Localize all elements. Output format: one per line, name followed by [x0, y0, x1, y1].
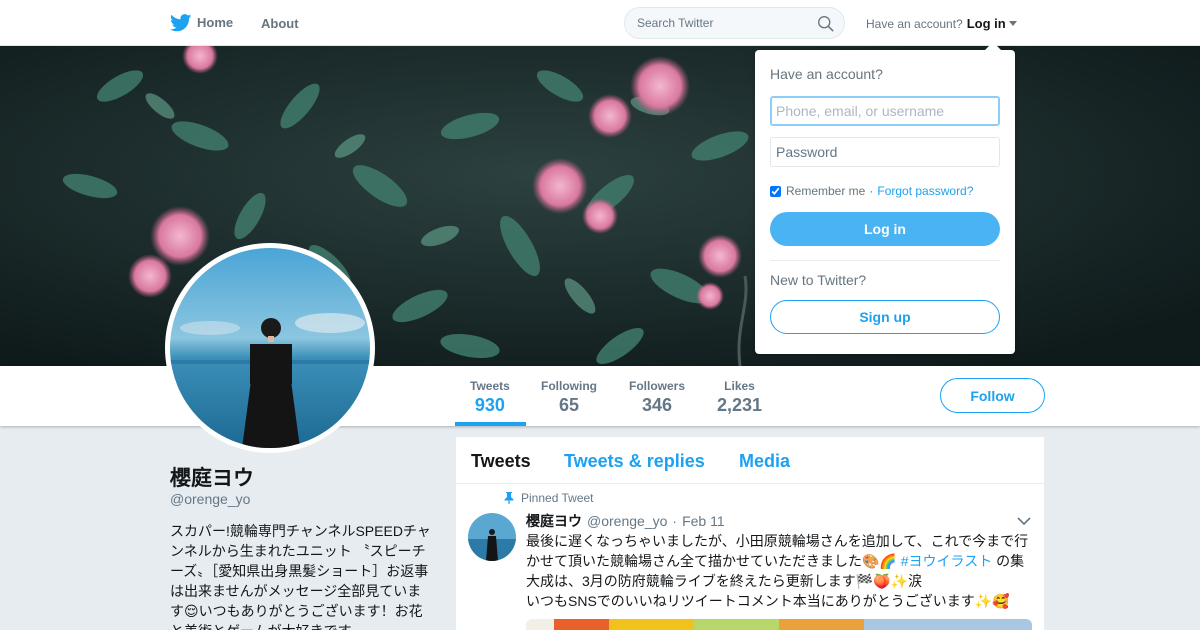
top-navigation-bar: Home About Have an account? Log in: [0, 0, 1200, 46]
have-account-area: Have an account? Log in: [866, 16, 1017, 31]
tweet-author-avatar[interactable]: [468, 513, 516, 561]
stat-likes-value: 2,231: [717, 395, 763, 415]
nav-home-link[interactable]: Home: [170, 14, 234, 32]
tweet-date[interactable]: Feb 11: [682, 513, 725, 529]
tweet-text-line2: いつもSNSでのいいねリツイートコメント本当にありがとうございます✨🥰: [526, 593, 1010, 609]
pinned-tweet-indicator: Pinned Tweet: [504, 491, 594, 505]
stat-tweets[interactable]: Tweets 930: [470, 379, 510, 416]
stat-following-label: Following: [541, 379, 597, 393]
stat-followers-label: Followers: [629, 379, 686, 393]
search-input[interactable]: [625, 8, 805, 38]
forgot-password-link[interactable]: Forgot password?: [877, 184, 973, 198]
stat-following[interactable]: Following 65: [541, 379, 597, 416]
stat-followers[interactable]: Followers 346: [629, 379, 685, 416]
stat-tweets-label: Tweets: [470, 379, 510, 393]
username-input[interactable]: [770, 96, 1000, 126]
profile-bio: スカパー!競輪専門チャンネルSPEEDチャンネルから生まれたユニット 〝スピーチ…: [170, 523, 431, 630]
profile-name: 櫻庭ヨウ: [170, 467, 254, 490]
caret-down-icon: [1008, 21, 1017, 26]
tweet-header: 櫻庭ヨウ @orenge_yo · Feb 11: [526, 511, 725, 531]
timeline: Tweets Tweets & replies Media Pinned Twe…: [456, 437, 1044, 630]
remember-me-row: Remember me · Forgot password?: [770, 184, 973, 198]
password-input[interactable]: [770, 137, 1000, 167]
follow-button[interactable]: Follow: [940, 378, 1045, 413]
pinned-tweet-label: Pinned Tweet: [521, 491, 594, 505]
login-dropdown: Have an account? Remember me · Forgot pa…: [755, 42, 1015, 354]
tweet-author-name[interactable]: 櫻庭ヨウ: [526, 511, 582, 531]
nav-about-link[interactable]: About: [261, 16, 299, 31]
tweet-hashtag[interactable]: #ヨウイラスト: [901, 553, 993, 569]
stat-following-value: 65: [558, 395, 580, 415]
tab-tweets-and-replies[interactable]: Tweets & replies: [564, 451, 705, 472]
new-to-twitter-text: New to Twitter?: [770, 272, 867, 288]
dropdown-arrow: [985, 42, 1001, 50]
active-stat-underline: [455, 422, 526, 426]
search-box: [624, 7, 845, 39]
profile-handle[interactable]: @orenge_yo: [170, 491, 250, 507]
have-account-text: Have an account?: [866, 16, 963, 31]
signup-button[interactable]: Sign up: [770, 300, 1000, 334]
profile-avatar[interactable]: [165, 243, 375, 453]
remember-me-label[interactable]: Remember me: [786, 184, 865, 198]
dropdown-divider: [770, 260, 1000, 261]
tweet-media-preview[interactable]: [526, 619, 1032, 630]
tweet-author-handle[interactable]: @orenge_yo: [587, 513, 667, 529]
login-button[interactable]: Log in: [770, 212, 1000, 246]
twitter-bird-icon: [170, 14, 192, 32]
search-icon[interactable]: [817, 15, 834, 32]
chevron-down-icon[interactable]: [1017, 516, 1031, 526]
pin-icon: [504, 492, 514, 504]
avatar-photo: [170, 248, 370, 448]
stat-likes-label: Likes: [724, 379, 755, 393]
tab-tweets[interactable]: Tweets: [471, 451, 531, 472]
stat-followers-value: 346: [641, 395, 673, 415]
timeline-tabs: Tweets Tweets & replies Media: [456, 437, 1044, 484]
nav-home-label: Home: [197, 15, 234, 30]
stat-likes[interactable]: Likes 2,231: [717, 379, 762, 416]
login-link-label: Log in: [966, 16, 1006, 31]
login-dropdown-toggle[interactable]: Log in: [967, 16, 1017, 31]
remember-separator: ·: [869, 184, 874, 198]
tweet-separator: ·: [672, 513, 678, 529]
tweet-text: 最後に遅くなっちゃいましたが、小田原競輪場さんを追加して、これで今まで行かせて頂…: [526, 531, 1034, 611]
tweet-avatar-photo: [468, 513, 516, 561]
remember-me-checkbox[interactable]: [770, 185, 781, 197]
tab-media[interactable]: Media: [739, 451, 790, 472]
login-dropdown-title: Have an account?: [770, 66, 883, 82]
stat-tweets-value: 930: [474, 395, 505, 415]
